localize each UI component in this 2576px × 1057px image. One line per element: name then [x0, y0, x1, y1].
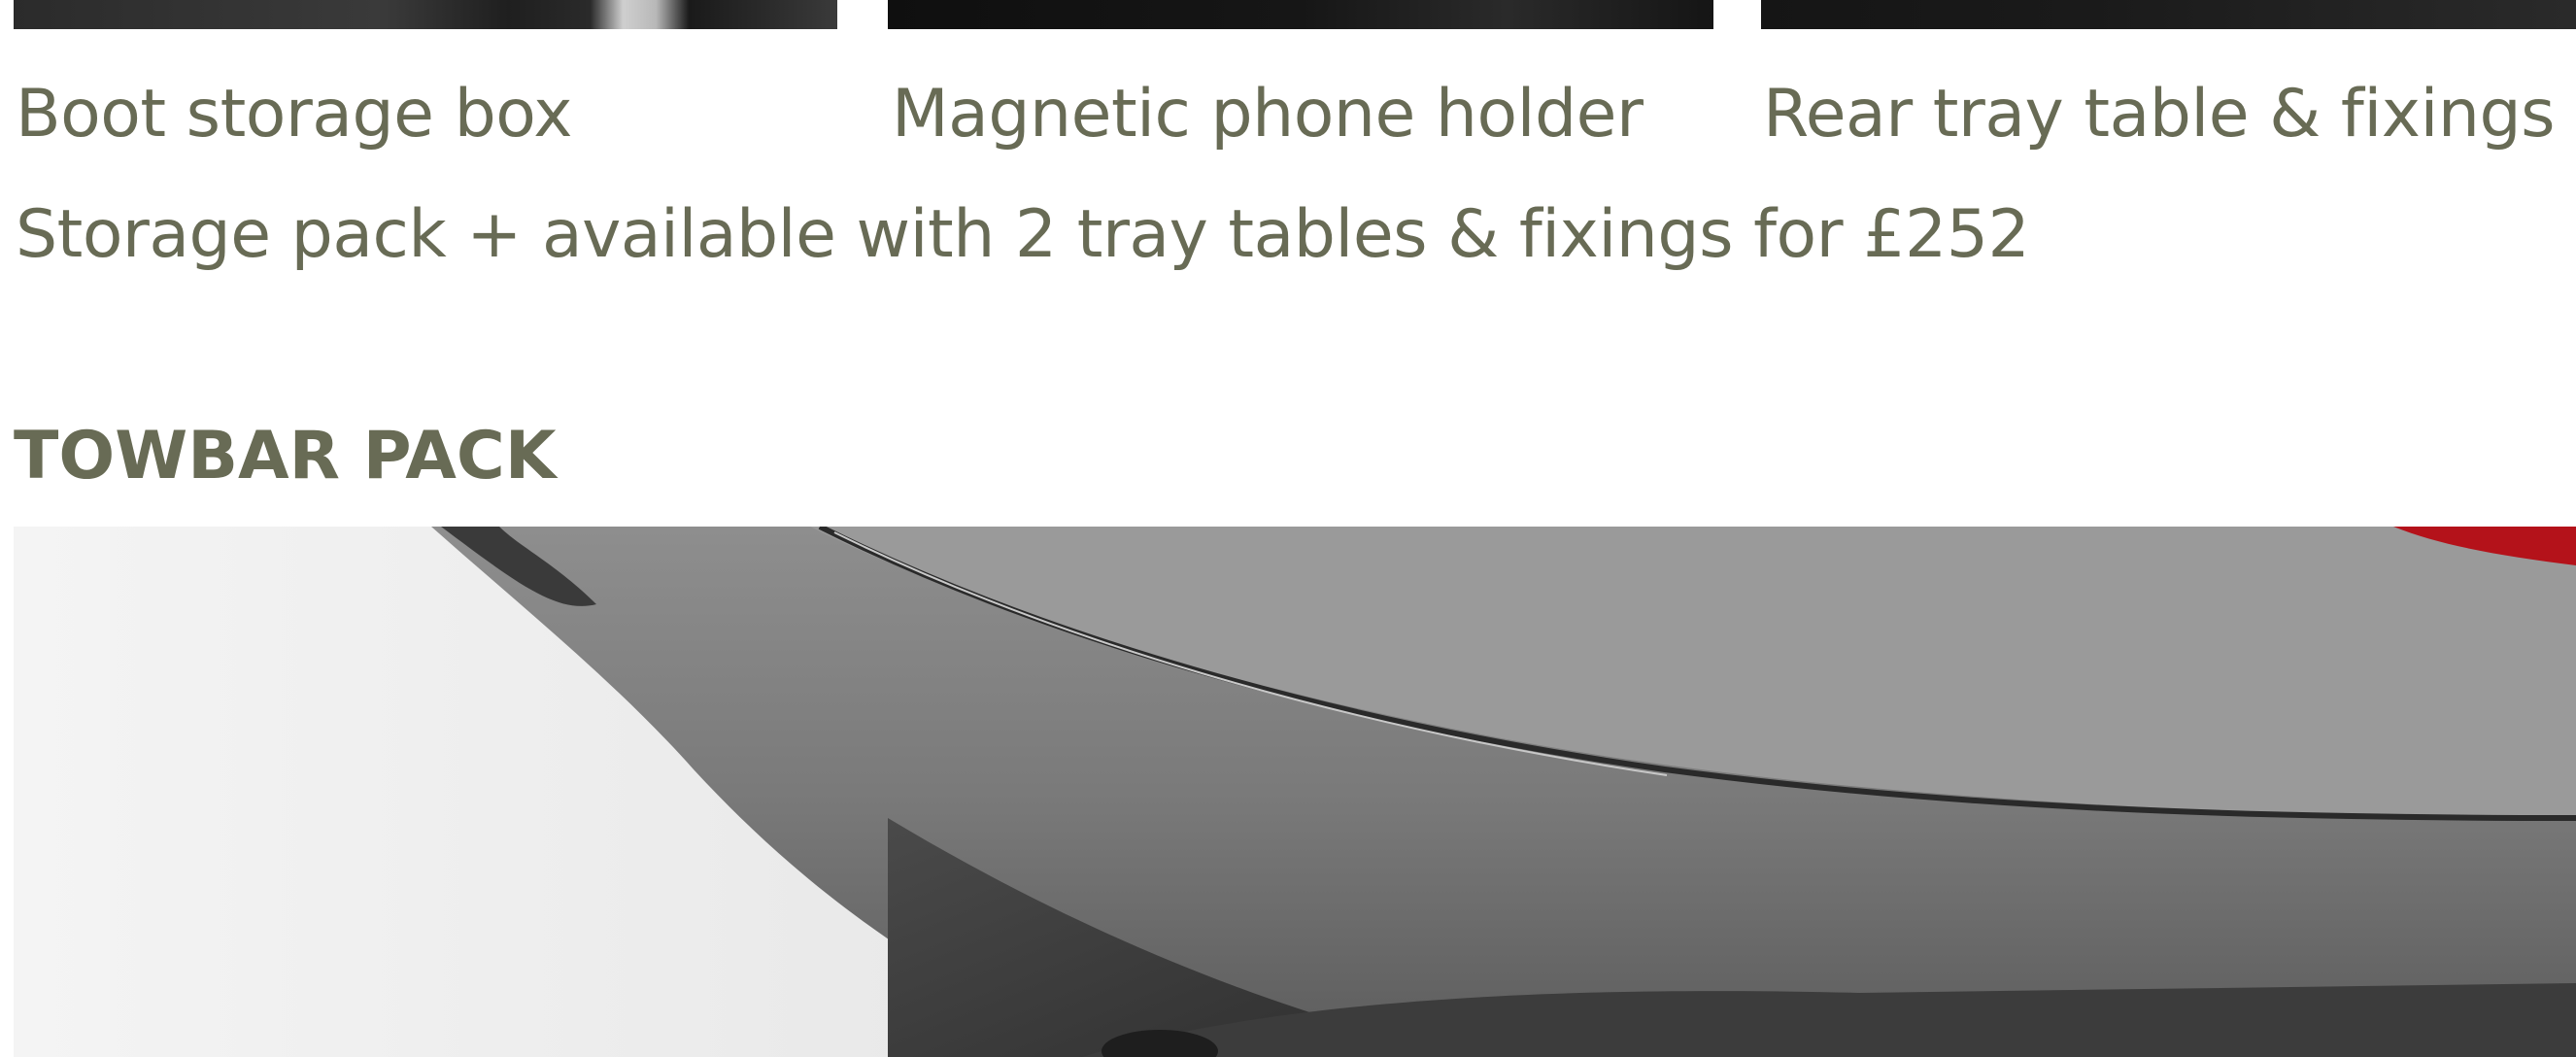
accessory-packs-page: Boot storage box Magnetic phone holder R…	[0, 0, 2576, 1057]
towbar-photo	[14, 527, 2576, 1057]
towbar-pack-heading: TOWBAR PACK	[14, 418, 557, 494]
rear-tray-table-image[interactable]	[1761, 0, 2576, 29]
magnetic-phone-holder-image[interactable]	[888, 0, 1713, 29]
boot-storage-box-image[interactable]	[14, 0, 837, 29]
storage-pack-price-note: Storage pack + available with 2 tray tab…	[16, 196, 2030, 273]
towbar-pack-image[interactable]	[14, 527, 2576, 1057]
magnetic-phone-holder-caption: Magnetic phone holder	[892, 76, 1644, 153]
rear-tray-table-caption: Rear tray table & fixings	[1763, 76, 2556, 153]
boot-storage-box-caption: Boot storage box	[16, 76, 573, 153]
